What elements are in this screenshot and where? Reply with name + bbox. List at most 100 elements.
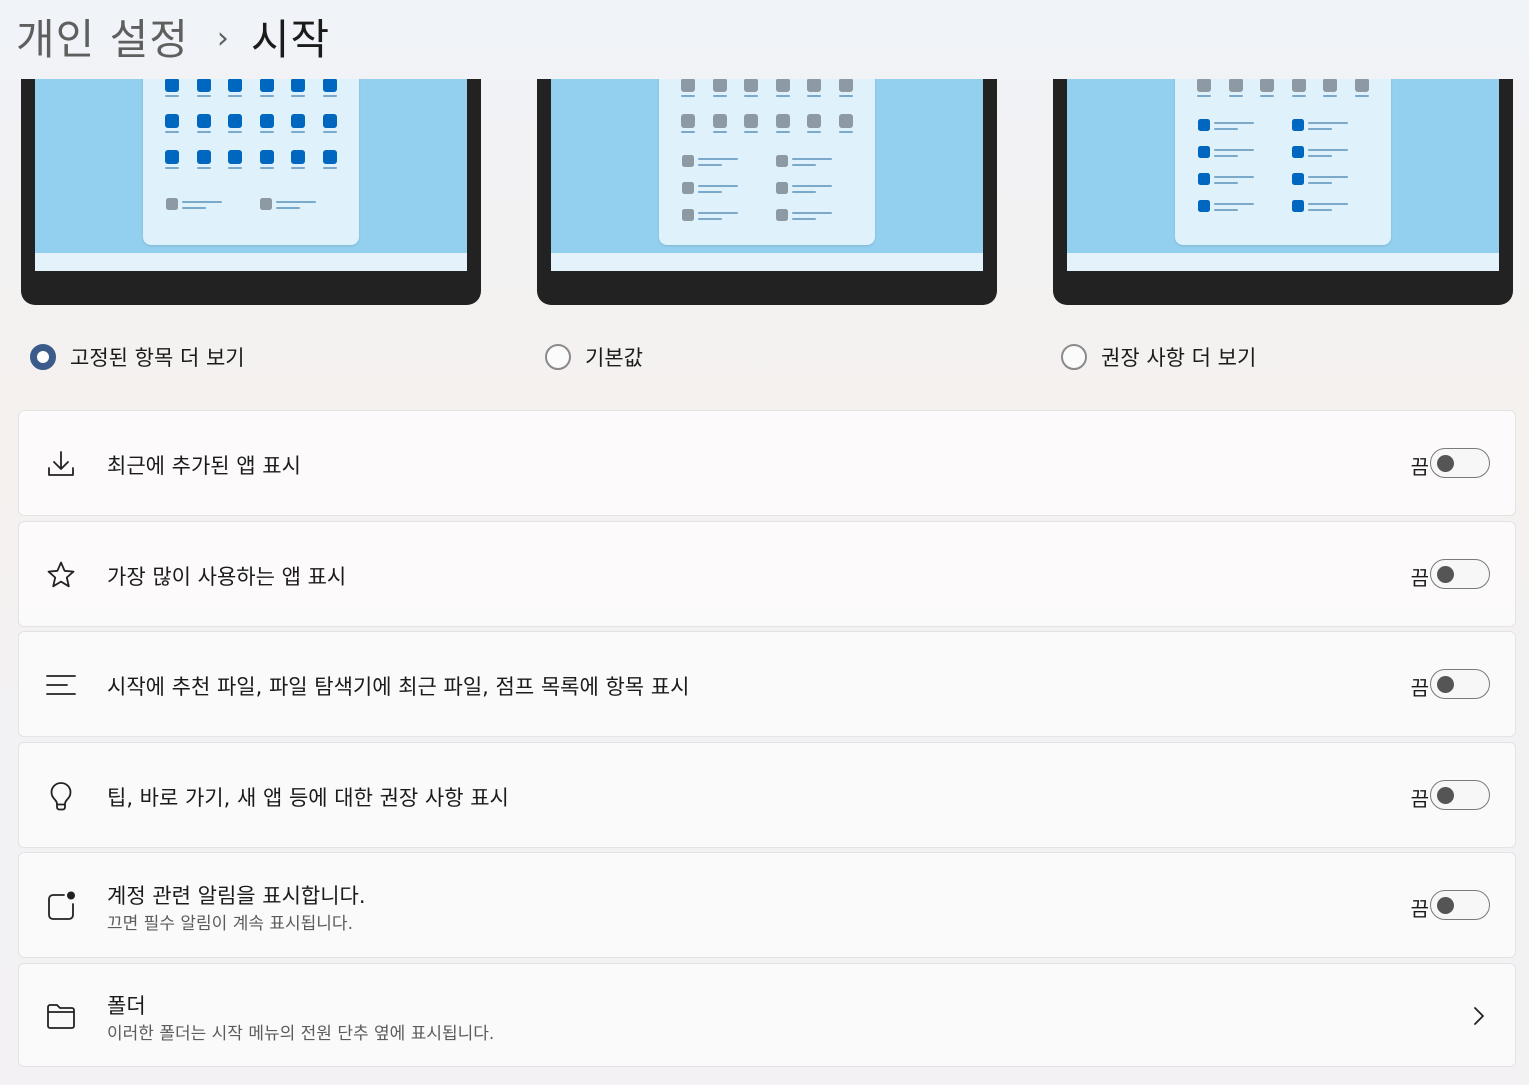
- app-tile-icon: [228, 150, 242, 164]
- toggle-switch[interactable]: [1430, 780, 1490, 810]
- toggle-switch[interactable]: [1430, 890, 1490, 920]
- recommended-item-line: [1308, 209, 1332, 211]
- app-tile-icon: [1323, 79, 1337, 92]
- app-label-line: [744, 131, 758, 133]
- app-label-line: [839, 131, 853, 133]
- app-label-line: [260, 131, 274, 133]
- recommended-item-line: [792, 158, 832, 160]
- recommended-item-line: [182, 201, 222, 203]
- toggle-knob: [1437, 675, 1454, 693]
- app-label-line: [228, 95, 242, 97]
- taskbar-illustration: [551, 253, 983, 271]
- radio-button[interactable]: [545, 344, 571, 370]
- taskbar-illustration: [1067, 253, 1499, 271]
- app-label-line: [228, 167, 242, 169]
- download-icon: [48, 451, 74, 476]
- app-label-line: [291, 95, 305, 97]
- toggle-switch[interactable]: [1430, 448, 1490, 478]
- recommended-item-line: [698, 212, 738, 214]
- app-tile-icon: [197, 150, 211, 164]
- app-label-line: [839, 95, 853, 97]
- app-label-line: [713, 95, 727, 97]
- app-tile-icon: [291, 114, 305, 128]
- recommended-item-line: [698, 218, 722, 220]
- recommended-item-line: [276, 207, 300, 209]
- app-label-line: [165, 167, 179, 169]
- list-icon: [46, 675, 76, 695]
- app-label-line: [807, 131, 821, 133]
- recommended-item-icon: [682, 209, 694, 221]
- recommended-item-line: [1214, 209, 1238, 211]
- chevron-right-icon[interactable]: [1471, 1006, 1487, 1026]
- more-pins-illustration: [165, 79, 337, 210]
- app-label-line: [323, 95, 337, 97]
- layout-preview-more-pins[interactable]: [21, 79, 481, 305]
- toggle-state-label: 끔: [1410, 566, 1429, 590]
- recommended-item-line: [1214, 122, 1254, 124]
- app-tile-icon: [197, 114, 211, 128]
- toggle-state-label: 끔: [1410, 455, 1429, 479]
- radio-label: 기본값: [585, 346, 643, 370]
- breadcrumb-parent[interactable]: 개인 설정: [16, 6, 189, 67]
- app-label-line: [807, 95, 821, 97]
- app-label-line: [776, 95, 790, 97]
- recommended-item-icon: [1198, 173, 1210, 185]
- setting-title: 계정 관련 알림을 표시합니다.: [107, 884, 366, 908]
- app-label-line: [260, 167, 274, 169]
- layout-previews: [0, 79, 1529, 309]
- app-tile-icon: [197, 79, 211, 92]
- app-label-line: [260, 95, 274, 97]
- recommended-item-line: [276, 201, 316, 203]
- app-tile-icon: [323, 150, 337, 164]
- recommended-item-icon: [1292, 200, 1304, 212]
- recommended-item-line: [792, 164, 816, 166]
- app-tile-icon: [776, 114, 790, 128]
- account-notification-icon: [48, 891, 75, 920]
- setting-account-notifications[interactable]: 계정 관련 알림을 표시합니다. 끄면 필수 알림이 계속 표시됩니다. 끔: [18, 852, 1516, 958]
- recommended-item-line: [1308, 149, 1348, 151]
- app-tile-icon: [839, 114, 853, 128]
- app-tile-icon: [1197, 79, 1211, 92]
- radio-option-more-recommendations[interactable]: 권장 사항 더 보기: [1061, 339, 1256, 375]
- app-tile-icon: [260, 79, 274, 92]
- toggle-knob: [1437, 565, 1454, 583]
- setting-tips-recommendations[interactable]: 팁, 바로 가기, 새 앱 등에 대한 권장 사항 표시 끔: [18, 742, 1516, 848]
- recommended-item-icon: [776, 182, 788, 194]
- page-title: 시작: [250, 14, 331, 64]
- setting-subtitle: 끄면 필수 알림이 계속 표시됩니다.: [107, 914, 353, 934]
- recommended-item-line: [182, 207, 206, 209]
- layout-preview-default[interactable]: [537, 79, 997, 305]
- app-tile-icon: [165, 150, 179, 164]
- toggle-switch[interactable]: [1430, 669, 1490, 699]
- setting-folders[interactable]: 폴더 이러한 폴더는 시작 메뉴의 전원 단추 옆에 표시됩니다.: [18, 963, 1516, 1067]
- app-label-line: [197, 167, 211, 169]
- app-tile-icon: [1355, 79, 1369, 92]
- radio-button-selected[interactable]: [30, 344, 56, 370]
- recommended-item-line: [792, 191, 816, 193]
- desktop-illustration: [35, 79, 467, 271]
- recommended-item-icon: [1292, 173, 1304, 185]
- radio-button[interactable]: [1061, 344, 1087, 370]
- radio-label: 권장 사항 더 보기: [1101, 346, 1257, 370]
- recommended-item-line: [1214, 203, 1254, 205]
- setting-recently-added-apps[interactable]: 최근에 추가된 앱 표시 끔: [18, 410, 1516, 516]
- app-tile-icon: [776, 79, 790, 92]
- app-tile-icon: [807, 114, 821, 128]
- recommended-item-line: [1308, 182, 1332, 184]
- recommended-item-icon: [1198, 146, 1210, 158]
- app-label-line: [1355, 95, 1369, 97]
- recommended-item-line: [1308, 203, 1348, 205]
- lightbulb-icon: [50, 782, 72, 811]
- toggle-switch[interactable]: [1430, 559, 1490, 589]
- app-tile-icon: [228, 79, 242, 92]
- app-label-line: [1323, 95, 1337, 97]
- recommended-item-line: [1214, 155, 1238, 157]
- app-tile-icon: [228, 114, 242, 128]
- setting-recommended-files[interactable]: 시작에 추천 파일, 파일 탐색기에 최근 파일, 점프 목록에 항목 표시 끔: [18, 631, 1516, 737]
- radio-option-default[interactable]: 기본값: [545, 339, 643, 375]
- layout-preview-more-recommendations[interactable]: [1053, 79, 1513, 305]
- app-tile-icon: [681, 79, 695, 92]
- setting-most-used-apps[interactable]: 가장 많이 사용하는 앱 표시 끔: [18, 521, 1516, 627]
- start-menu-illustration: [143, 79, 359, 245]
- radio-option-more-pins[interactable]: 고정된 항목 더 보기: [30, 339, 245, 375]
